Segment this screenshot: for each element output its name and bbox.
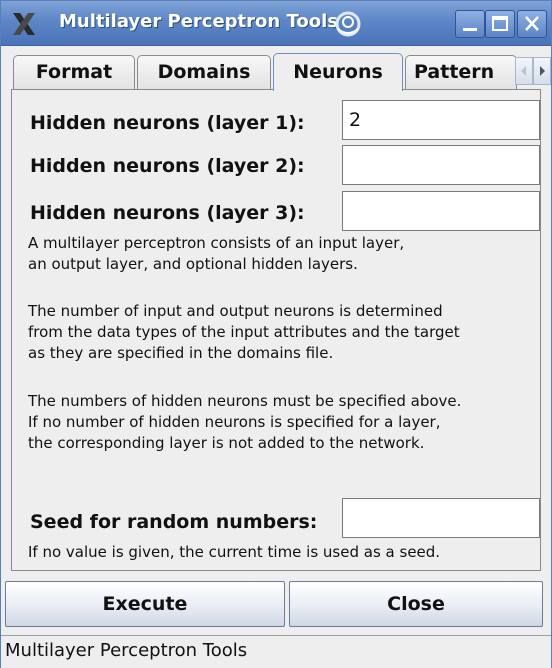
hidden-layer1-label: Hidden neurons (layer 1): [30, 112, 305, 134]
description-paragraph-3: The numbers of hidden neurons must be sp… [28, 392, 462, 452]
seed-label: Seed for random numbers: [30, 511, 318, 533]
tab-domains[interactable]: Domains [137, 55, 271, 89]
tab-pattern[interactable]: Pattern [405, 55, 517, 89]
tab-neurons[interactable]: Neurons [273, 53, 403, 91]
execute-button[interactable]: Execute [5, 581, 285, 627]
hidden-layer1-input[interactable] [342, 100, 540, 140]
swirl-icon [335, 11, 361, 37]
window-title: Multilayer Perceptron Tools [59, 11, 338, 32]
hidden-layer2-input[interactable] [342, 145, 540, 185]
maximize-button[interactable] [485, 10, 515, 38]
tab-scroll-left-button[interactable] [515, 57, 533, 85]
status-bar: Multilayer Perceptron Tools [1, 635, 551, 668]
seed-input[interactable] [342, 498, 540, 538]
close-window-button[interactable] [517, 10, 547, 38]
minimize-icon [463, 28, 477, 31]
description-paragraph-1: A multilayer perceptron consists of an i… [28, 234, 405, 273]
main-window: Multilayer Perceptron Tools Format Domai… [0, 0, 552, 668]
close-icon [525, 16, 539, 31]
minimize-button[interactable] [455, 10, 485, 38]
neurons-panel: Hidden neurons (layer 1): Hidden neurons… [11, 89, 541, 571]
seed-hint: If no value is given, the current time i… [28, 543, 441, 561]
close-button[interactable]: Close [289, 581, 543, 627]
tab-scroll-right-button[interactable] [533, 57, 551, 85]
hidden-layer3-input[interactable] [342, 191, 540, 231]
arrow-left-icon [521, 66, 526, 76]
maximize-icon [492, 16, 508, 31]
hidden-layer3-label: Hidden neurons (layer 3): [30, 202, 305, 224]
hidden-layer2-label: Hidden neurons (layer 2): [30, 155, 305, 177]
arrow-right-icon [540, 66, 545, 76]
tab-format[interactable]: Format [13, 55, 135, 89]
status-text: Multilayer Perceptron Tools [5, 640, 248, 661]
description-paragraph-2: The number of input and output neurons i… [28, 302, 460, 362]
tab-strip: Format Domains Neurons Pattern [1, 49, 551, 91]
title-bar[interactable]: Multilayer Perceptron Tools [1, 1, 551, 46]
x-logo-icon [13, 13, 35, 35]
